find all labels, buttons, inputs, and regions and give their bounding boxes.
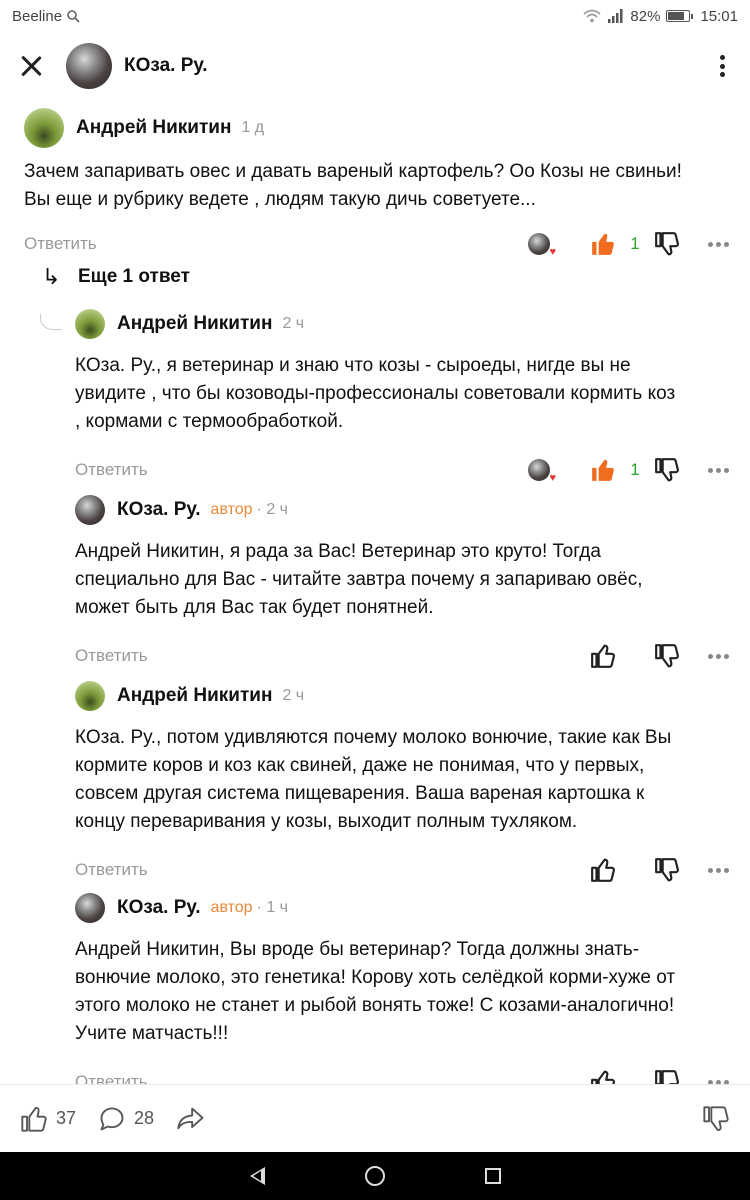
heart-icon: ♥	[549, 472, 556, 484]
thumbs-up-icon[interactable]	[20, 1105, 48, 1133]
share-button[interactable]	[176, 1105, 206, 1133]
reply-button[interactable]: Ответить	[75, 860, 148, 880]
comment-icon[interactable]	[98, 1105, 126, 1133]
recents-icon[interactable]	[484, 1168, 501, 1184]
comment-text: Зачем запаривать овес и давать вареный к…	[24, 161, 682, 210]
home-icon[interactable]	[364, 1166, 385, 1186]
thumbs-up-icon[interactable]	[590, 857, 616, 883]
more-horiz-icon[interactable]	[708, 653, 730, 659]
thumbs-down-icon[interactable]	[654, 857, 680, 883]
comment-time: · 1 ч	[256, 899, 288, 916]
reply-button[interactable]: Ответить	[75, 1072, 148, 1084]
comment-time: · 2 ч	[256, 501, 288, 518]
thread-connector	[40, 314, 62, 330]
comment-author[interactable]: Андрей Никитин	[117, 685, 272, 707]
reply-arrow-icon: ↳	[42, 264, 61, 289]
avatar[interactable]	[75, 681, 105, 711]
comment-text: КОза. Ру., я ветеринар и знаю что козы -…	[75, 355, 676, 432]
thumbs-up-icon[interactable]	[590, 643, 616, 669]
back-icon[interactable]	[249, 1167, 265, 1185]
system-nav-bar	[0, 1152, 750, 1200]
battery-icon	[666, 10, 694, 22]
more-horiz-icon[interactable]	[708, 867, 730, 873]
status-bar: Beeline 82% 15:01	[0, 0, 750, 32]
comment: КОза. Ру. автор · 2 ч Андрей Никитин, я …	[75, 494, 730, 674]
thumbs-down-icon[interactable]	[654, 643, 680, 669]
likes-count: 37	[56, 1108, 77, 1128]
more-horiz-icon[interactable]	[708, 467, 730, 473]
thumbs-up-icon[interactable]	[590, 457, 616, 483]
battery-percent: 82%	[630, 7, 661, 25]
comment-text: КОза. Ру., потом удивляются почему молок…	[75, 727, 672, 832]
dislike-button[interactable]	[702, 1105, 730, 1133]
more-horiz-icon[interactable]	[708, 241, 730, 247]
comment: Андрей Никитин 2 ч КОза. Ру., потом удив…	[75, 680, 730, 888]
app-bar: КОза. Ру.	[0, 32, 750, 100]
thumbs-down-icon[interactable]	[654, 231, 680, 257]
share-icon[interactable]	[176, 1105, 206, 1133]
like-count: 1	[630, 460, 640, 479]
comment-text: Андрей Никитин, я рада за Вас! Ветеринар…	[75, 541, 643, 618]
comments-button[interactable]: 28	[98, 1105, 154, 1133]
reply-button[interactable]: Ответить	[24, 234, 97, 254]
close-icon[interactable]	[18, 53, 44, 79]
reply-button[interactable]: Ответить	[75, 460, 148, 480]
avatar[interactable]	[75, 309, 105, 339]
avatar[interactable]	[75, 495, 105, 525]
author-badge: автор	[210, 501, 253, 518]
wifi-icon	[583, 9, 602, 23]
comment-time: 2 ч	[282, 315, 305, 332]
carrier-settings-icon	[67, 10, 80, 23]
like-count: 1	[630, 234, 640, 253]
thumbs-down-icon[interactable]	[702, 1105, 730, 1133]
comment-time: 1 д	[241, 119, 265, 136]
bottom-action-bar: 37 28	[0, 1084, 750, 1152]
comment-text: Андрей Никитин, Вы вроде бы ветеринар? Т…	[75, 939, 676, 1044]
channel-avatar[interactable]	[66, 43, 112, 89]
clock: 15:01	[700, 7, 738, 25]
thumbs-down-icon[interactable]	[654, 457, 680, 483]
channel-name[interactable]: КОза. Ру.	[124, 55, 208, 77]
more-vert-icon[interactable]	[712, 53, 732, 79]
heart-icon: ♥	[549, 246, 556, 258]
comments-feed[interactable]: Андрей Никитин 1 д Зачем запаривать овес…	[0, 100, 750, 1084]
reply-button[interactable]: Ответить	[75, 646, 148, 666]
comment-author[interactable]: Андрей Никитин	[117, 313, 272, 335]
reactor-avatar: ♥	[528, 233, 556, 258]
comment: Андрей Никитин 2 ч КОза. Ру., я ветерина…	[75, 308, 730, 488]
thumbs-down-icon[interactable]	[654, 1069, 680, 1084]
thumbs-up-icon[interactable]	[590, 231, 616, 257]
carrier-name: Beeline	[12, 7, 63, 25]
thumbs-up-icon[interactable]	[590, 1069, 616, 1084]
comment-time: 2 ч	[282, 687, 305, 704]
avatar[interactable]	[75, 893, 105, 923]
comment-author[interactable]: Андрей Никитин	[76, 117, 231, 139]
comment: Андрей Никитин 1 д Зачем запаривать овес…	[24, 108, 730, 262]
reactor-avatar: ♥	[528, 459, 556, 484]
comment: КОза. Ру. автор · 1 ч Андрей Никитин, Вы…	[75, 892, 730, 1084]
comments-count: 28	[134, 1108, 155, 1128]
avatar[interactable]	[24, 108, 64, 148]
comment-author[interactable]: КОза. Ру.	[117, 897, 201, 919]
comment-author[interactable]: КОза. Ру.	[117, 499, 201, 521]
signal-icon	[608, 9, 623, 23]
more-replies-link[interactable]: ↳ Еще 1 ответ	[42, 260, 190, 294]
like-button[interactable]: 37	[20, 1105, 76, 1133]
author-badge: автор	[210, 899, 253, 916]
